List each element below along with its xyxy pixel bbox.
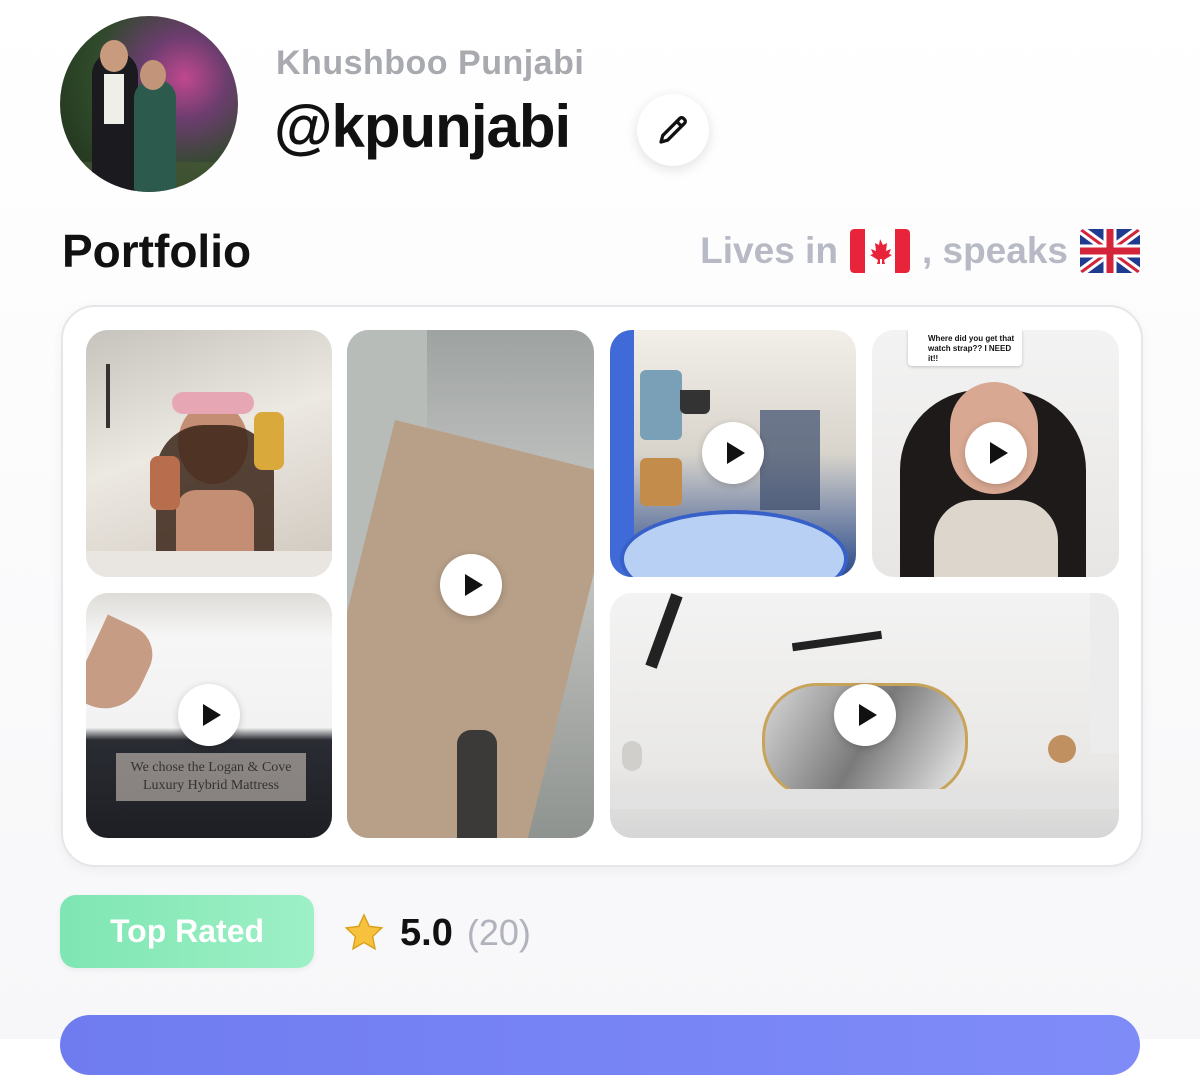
uk-flag-icon [1080,229,1140,273]
portfolio-tile-mattress[interactable]: We chose the Logan & Cove Luxury Hybrid … [86,593,332,838]
caption-overlay: We chose the Logan & Cove Luxury Hybrid … [116,753,306,801]
portfolio-tile-cardboard[interactable] [347,330,594,838]
comment-overlay: Where did you get that watch strap?? I N… [908,330,1022,366]
play-icon[interactable] [440,554,502,616]
rating-count: (20) [466,912,531,953]
locale-info: Lives in , speaks [700,226,1140,276]
portfolio-tile-skincare[interactable] [86,330,332,577]
rating-value: 5.0 [400,911,453,954]
play-icon[interactable] [178,684,240,746]
portfolio-tile-reaction[interactable]: Where did you get that watch strap?? I N… [872,330,1119,577]
pencil-icon [659,116,687,144]
portfolio-tile-kitchen[interactable] [610,330,856,577]
portfolio-tile-vanity[interactable] [610,593,1119,838]
canada-flag-icon [849,229,910,273]
rating: 5.0 (20) [342,908,531,958]
speaks-label: , speaks [921,230,1068,271]
top-rated-badge: Top Rated [60,895,314,968]
star-icon [344,913,384,951]
avatar[interactable] [60,16,238,192]
person-figure [134,80,176,192]
play-icon[interactable] [702,422,764,484]
play-icon[interactable] [965,422,1027,484]
portfolio-title: Portfolio [62,225,252,277]
lives-in-label: Lives in [700,230,838,271]
profile-handle: @kpunjabi [274,93,571,160]
primary-action-bar[interactable] [60,1015,1140,1075]
display-name: Khushboo Punjabi [276,44,585,82]
play-icon[interactable] [834,684,896,746]
edit-profile-button[interactable] [637,94,709,166]
